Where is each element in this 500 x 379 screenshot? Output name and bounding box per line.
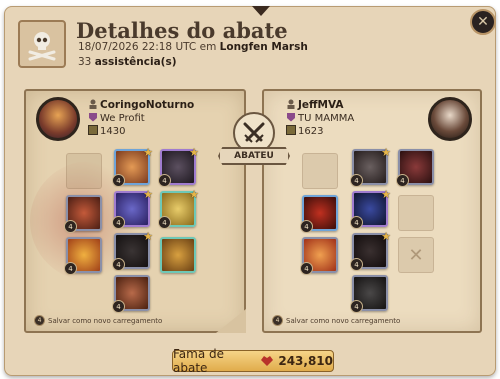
window-notch: [252, 6, 270, 16]
tier-badge: 4: [350, 258, 363, 271]
save-loadout-label: Salvar como novo carregamento: [286, 316, 401, 325]
tier-badge: 4: [350, 174, 363, 187]
tier-badge: 4: [112, 216, 125, 229]
shoes-slot[interactable]: ★ 4: [112, 230, 153, 271]
potion-slot[interactable]: 4: [300, 237, 338, 275]
victim-save-loadout[interactable]: 4 Salvar como novo carregamento: [272, 315, 400, 326]
star-icon: ★: [143, 230, 153, 243]
food-slot-empty: ✕: [398, 237, 434, 273]
close-button[interactable]: ✕: [470, 9, 496, 35]
victim-panel: JeffMVA TU MAMMA 1623 ★ 4 4 4 ★ 4 4 ★ 4: [262, 89, 482, 333]
killer-save-loadout[interactable]: 4 Salvar como novo carregamento: [34, 315, 162, 326]
killer-name: CoringoNoturno: [100, 99, 195, 111]
tier-badge: 4: [112, 258, 125, 271]
star-icon: ★: [381, 188, 391, 201]
bag-slot-empty: [66, 153, 102, 189]
main-hand-slot[interactable]: 4: [64, 195, 102, 233]
page-curl: [216, 309, 246, 333]
page-title: Detalhes do abate: [76, 18, 288, 43]
mount-slot[interactable]: 4: [112, 275, 150, 313]
cape-slot[interactable]: 4: [396, 149, 434, 187]
off-hand-slot-empty: [398, 195, 434, 231]
off-hand-slot[interactable]: ★ 4: [158, 188, 199, 229]
victim-avatar[interactable]: [428, 97, 472, 141]
kill-fame-icon: [260, 352, 274, 371]
item-power-icon: [286, 125, 296, 135]
head-slot[interactable]: ★ 4: [350, 146, 391, 187]
star-icon: ★: [143, 188, 153, 201]
victim-guild: TU MAMMA: [298, 113, 355, 124]
player-icon: [286, 99, 296, 109]
cape-slot[interactable]: ★ 4: [158, 146, 199, 187]
tier-badge: 4: [300, 220, 313, 233]
location-prefix: em: [199, 41, 217, 53]
star-icon: ★: [189, 188, 199, 201]
tier-badge: 4: [112, 174, 125, 187]
shoes-slot[interactable]: ★ 4: [350, 230, 391, 271]
kill-location: Longfen Marsh: [219, 41, 308, 53]
mount-slot[interactable]: 4: [350, 275, 388, 313]
killed-banner: ABATEU: [218, 147, 290, 165]
tier-badge: 4: [64, 262, 77, 275]
tier-badge: 4: [350, 300, 363, 313]
tier-badge: 4: [112, 300, 125, 313]
killer-name-row[interactable]: CoringoNoturno: [88, 99, 194, 111]
killer-item-power: 1430: [100, 126, 126, 137]
head-slot[interactable]: ★ 4: [112, 146, 153, 187]
armor-slot[interactable]: ★ 4: [350, 188, 391, 229]
victim-guild-row[interactable]: TU MAMMA: [286, 112, 354, 124]
killer-panel: CoringoNoturno We Profit 1430 ★ 4 ★ 4 4 …: [24, 89, 246, 333]
killer-ip-row: 1430: [88, 125, 125, 137]
kill-datetime: 18/07/2026 22:18 UTC: [78, 41, 197, 53]
armor-slot[interactable]: ★ 4: [112, 188, 153, 229]
food-slot[interactable]: [160, 237, 196, 273]
skull-crossbones-icon: [18, 20, 66, 68]
potion-slot[interactable]: 4: [64, 237, 102, 275]
kill-fame-value: 243,810: [278, 354, 333, 368]
star-icon: ★: [381, 230, 391, 243]
tier-badge: 4: [64, 220, 77, 233]
assists-line: 33 assistência(s): [78, 56, 177, 68]
fork-knife-icon: ✕: [408, 244, 424, 266]
tier-badge: 4: [396, 174, 409, 187]
victim-name: JeffMVA: [298, 99, 344, 111]
guild-icon: [286, 112, 296, 122]
star-icon: ★: [381, 146, 391, 159]
kill-details-window: Detalhes do abate 18/07/2026 22:18 UTC e…: [4, 6, 496, 376]
tier-badge: 4: [350, 216, 363, 229]
assists-label: assistência(s): [94, 56, 177, 68]
close-icon: ✕: [477, 14, 489, 30]
kill-datetime-location: 18/07/2026 22:18 UTC em Longfen Marsh: [78, 41, 308, 53]
killer-avatar[interactable]: [36, 97, 80, 141]
kill-fame-label: Fama de abate: [173, 347, 225, 375]
tier-badge: 4: [158, 216, 171, 229]
tier-badge: 4: [158, 174, 171, 187]
victim-item-power: 1623: [298, 126, 324, 137]
item-power-icon: [88, 125, 98, 135]
victim-name-row[interactable]: JeffMVA: [286, 99, 344, 111]
bag-slot-empty: [302, 153, 338, 189]
save-loadout-label: Salvar como novo carregamento: [48, 316, 163, 325]
killer-guild: We Profit: [100, 113, 145, 124]
tier-badge: 4: [300, 262, 313, 275]
killer-guild-row[interactable]: We Profit: [88, 112, 145, 124]
star-icon: ★: [143, 146, 153, 159]
guild-icon: [88, 112, 98, 122]
loadout-icon: 4: [272, 315, 283, 326]
player-icon: [88, 99, 98, 109]
assists-count: 33: [78, 56, 92, 68]
victim-ip-row: 1623: [286, 125, 323, 137]
main-hand-slot[interactable]: 4: [300, 195, 338, 233]
loadout-icon: 4: [34, 315, 45, 326]
kill-fame-bar: Fama de abate 243,810: [172, 347, 334, 375]
star-icon: ★: [189, 146, 199, 159]
